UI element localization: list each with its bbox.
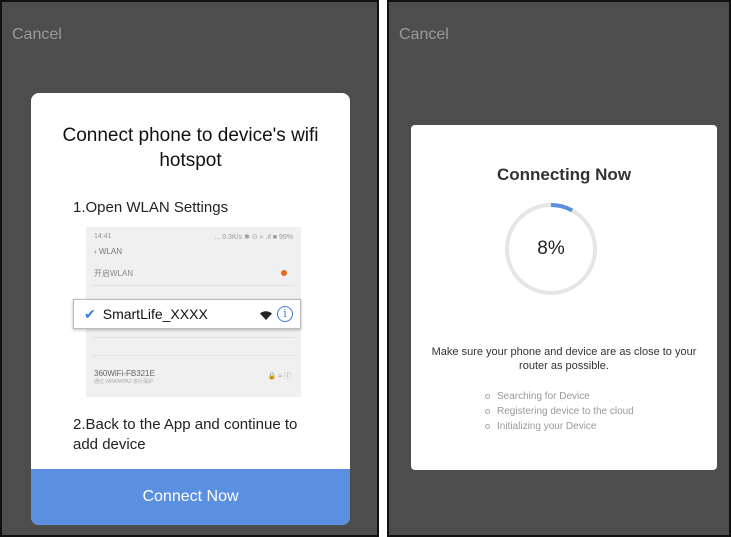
network-security: 通过 WPA/WPA2 进行保护 xyxy=(94,379,153,385)
wlan-back-label: ‹ WLAN xyxy=(94,247,122,256)
step-label: Registering device to the cloud xyxy=(497,406,634,417)
progress-percent: 8% xyxy=(537,238,565,259)
divider xyxy=(92,355,295,356)
list-item: Initializing your Device xyxy=(485,419,634,434)
hotspot-instructions-dialog: Connect phone to device's wifi hotspot 1… xyxy=(31,93,350,525)
network-ssid: 360WiFi-FB321E xyxy=(94,369,155,378)
step-2-text: 2.Back to the App and continue to add de… xyxy=(73,416,298,453)
bullet-icon xyxy=(485,424,490,429)
check-icon: ✔ xyxy=(84,305,96,322)
list-item: Registering device to the cloud xyxy=(485,404,634,419)
wlan-toggle-label: 开启WLAN xyxy=(94,269,134,278)
divider xyxy=(92,337,295,338)
divider xyxy=(92,285,295,286)
dialog-title: Connecting Now xyxy=(496,165,632,184)
dialog-title: Connect phone to device's wifi hotspot xyxy=(62,125,319,171)
info-icon: i xyxy=(277,306,293,322)
phone-screen-left: Cancel Connect phone to device's wifi ho… xyxy=(0,0,379,537)
connect-now-button[interactable]: Connect Now xyxy=(31,469,350,525)
step-1-text: 1.Open WLAN Settings xyxy=(73,199,229,216)
bullet-icon xyxy=(485,394,490,399)
list-item: Searching for Device xyxy=(485,389,634,404)
highlighted-ssid: SmartLife_XXXX xyxy=(102,306,208,322)
proximity-message: Make sure your phone and device are as c… xyxy=(431,346,697,372)
status-icons: ... 0.3K/s ✱ ⊙ ≈ .ıl ■ 99% xyxy=(214,234,293,241)
phone-screen-right: Cancel Connecting Now 8% Make sure your … xyxy=(387,0,731,537)
progress-ring: 8% xyxy=(503,201,599,297)
step-label: Searching for Device xyxy=(497,391,590,402)
connecting-dialog: Connecting Now 8% Make sure your phone a… xyxy=(411,125,717,470)
connection-steps: Searching for Device Registering device … xyxy=(485,389,634,434)
cancel-button[interactable]: Cancel xyxy=(399,26,449,44)
wifi-icon xyxy=(259,308,273,326)
cancel-button[interactable]: Cancel xyxy=(12,26,62,44)
network-status-icons: 🔒 ≈ ⓘ xyxy=(267,373,291,380)
highlighted-network-row: ✔ SmartLife_XXXX i xyxy=(73,299,301,329)
step-label: Initializing your Device xyxy=(497,421,597,432)
bullet-icon xyxy=(485,409,490,414)
wlan-toggle-icon xyxy=(281,270,287,276)
